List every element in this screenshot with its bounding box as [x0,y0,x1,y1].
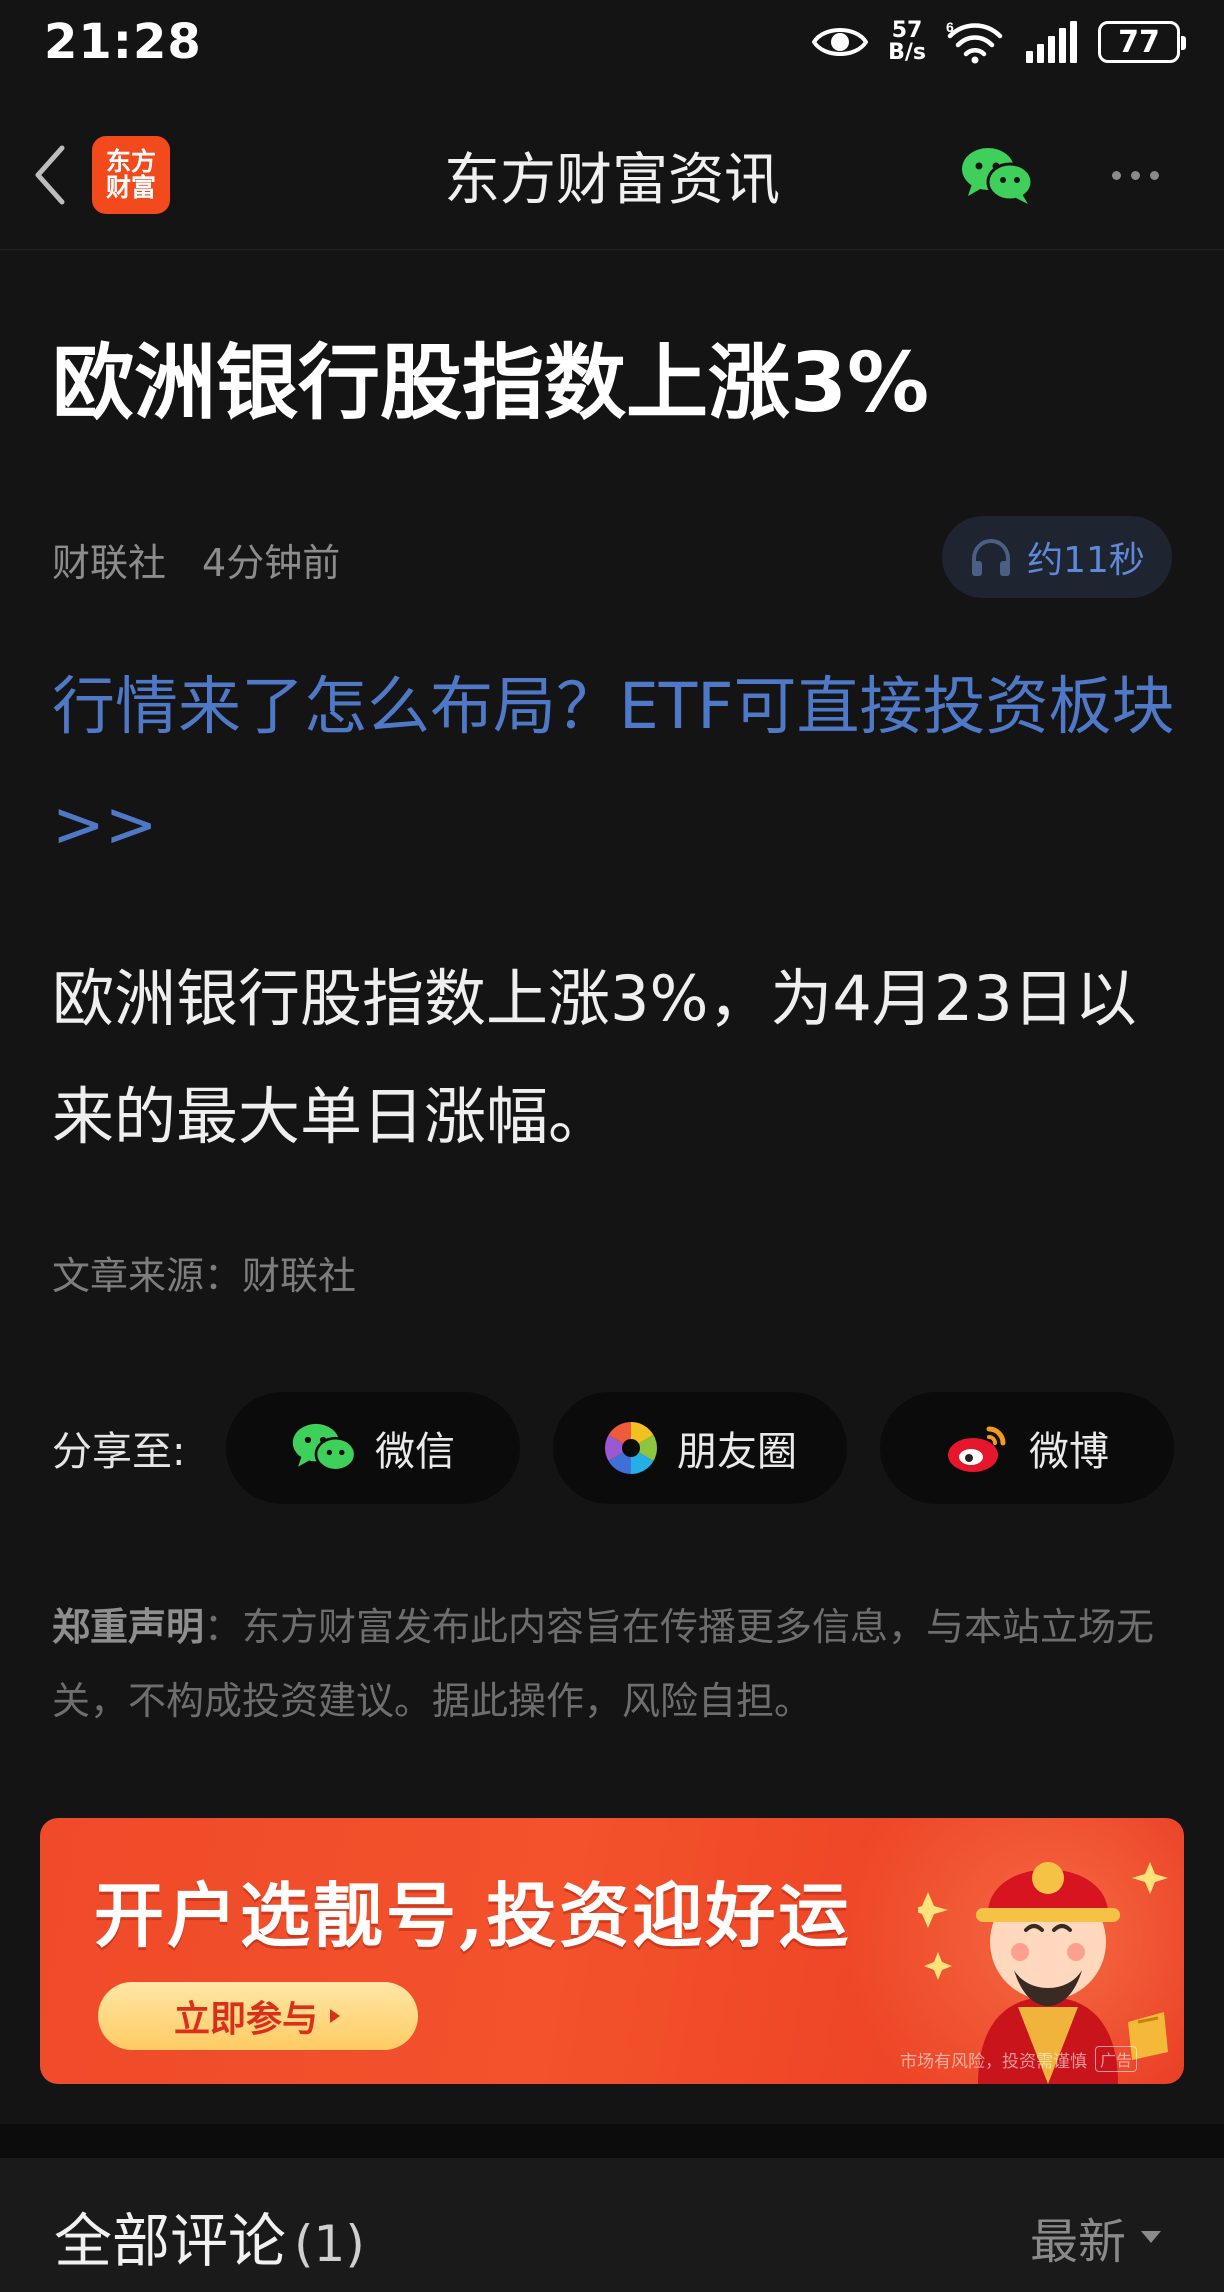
status-time: 21:28 [44,14,202,70]
battery-indicator: 77 [1098,21,1186,63]
play-arrow-icon [330,2009,340,2023]
ad-tag: 广告 [1095,2046,1138,2072]
weibo-icon [948,1426,1006,1472]
share-row: 分享至: 微信 朋友圈 微博 [52,1392,1174,1504]
comments-count: (1) [294,2215,365,2273]
more-icon [1111,170,1121,180]
audio-duration: 约11秒 [1027,540,1145,581]
article-body: 欧洲银行股指数上涨3%，为4月23日以来的最大单日涨幅。 [52,962,1137,1153]
ad-footnote: 市场有风险，投资需谨慎 广告 [900,2046,1138,2072]
disclaimer-title: 郑重声明 [52,1605,205,1649]
more-dot [1130,170,1140,180]
share-wechat-label: 微信 [375,1429,455,1475]
logo-line-1: 东方 [105,146,156,176]
signal-icon [1026,21,1077,63]
disclaimer-text: ：东方财富发布此内容旨在传播更多信息，与本站立场无关，不构成投资建议。据此操作，… [52,1605,1155,1723]
sort-dropdown[interactable]: 最新 [1030,2202,1162,2272]
ad-headline: 开户选靓号,投资迎好运 [94,1874,852,1957]
net-speed-unit: B/s [888,40,926,65]
comments-title: 全部评论 (1) [54,2194,365,2278]
nav-bar: 东方财富资讯 东方 财富 [0,100,1224,250]
sort-label: 最新 [1030,2214,1127,2270]
section-divider [0,2124,1224,2158]
ad-banner[interactable]: 开户选靓号,投资迎好运 立即参与 市场有风险，投资需谨慎 广告 [40,1818,1184,2084]
article-time: 4分钟前 [202,541,341,585]
share-label: 分享至: [52,1429,186,1475]
share-weibo-label: 微博 [1029,1429,1109,1475]
back-button[interactable] [24,140,74,210]
share-weibo-button[interactable]: 微博 [880,1392,1174,1504]
wifi-icon: 6 [946,20,1003,64]
article-source: 财联社 [52,541,167,585]
status-bar: 21:28 57 B/s 6 77 [0,0,1224,84]
share-wechat-button[interactable]: 微信 [226,1392,520,1504]
net-speed-value: 57 [891,18,923,43]
ad-risk-note: 市场有风险，投资需谨慎 [900,2051,1087,2072]
chevron-down-icon [1141,2231,1162,2243]
ad-cta-label: 立即参与 [173,1999,318,2040]
etf-promo-link[interactable]: 行情来了怎么布局？ETF可直接投资板块>> [52,648,1182,884]
comments-title-label: 全部评论 [54,2207,287,2275]
app-logo[interactable]: 东方 财富 [92,136,170,214]
article-headline: 欧洲银行股指数上涨3% [52,336,930,431]
comments-header: 全部评论 (1) 最新 [0,2158,1224,2292]
battery-level: 77 [1118,24,1160,60]
status-icons: 57 B/s 6 77 [812,20,1186,64]
share-moments-button[interactable]: 朋友圈 [553,1392,847,1504]
article-meta: 财联社 4分钟前 [52,532,340,587]
headphones-icon [972,538,1011,576]
share-moments-label: 朋友圈 [677,1429,797,1475]
eye-icon [812,28,869,56]
moments-icon [605,1422,657,1474]
fortune-god-illustration [918,1862,1168,2084]
more-button[interactable] [1100,140,1170,210]
article-source-line: 文章来源：财联社 [52,1254,357,1298]
page-title: 东方财富资讯 [444,147,780,213]
disclaimer: 郑重声明：东方财富发布此内容旨在传播更多信息，与本站立场无关，不构成投资建议。据… [52,1590,1182,1738]
wechat-icon[interactable] [960,144,1034,206]
back-icon [35,145,65,205]
wechat-icon [292,1423,357,1472]
logo-line-2: 财富 [105,173,156,202]
ad-cta-button[interactable]: 立即参与 [98,1982,418,2050]
network-speed: 57 B/s [888,20,926,64]
more-dot [1149,170,1159,180]
listen-button[interactable]: 约11秒 [942,516,1172,598]
svg-text:6: 6 [946,20,954,35]
